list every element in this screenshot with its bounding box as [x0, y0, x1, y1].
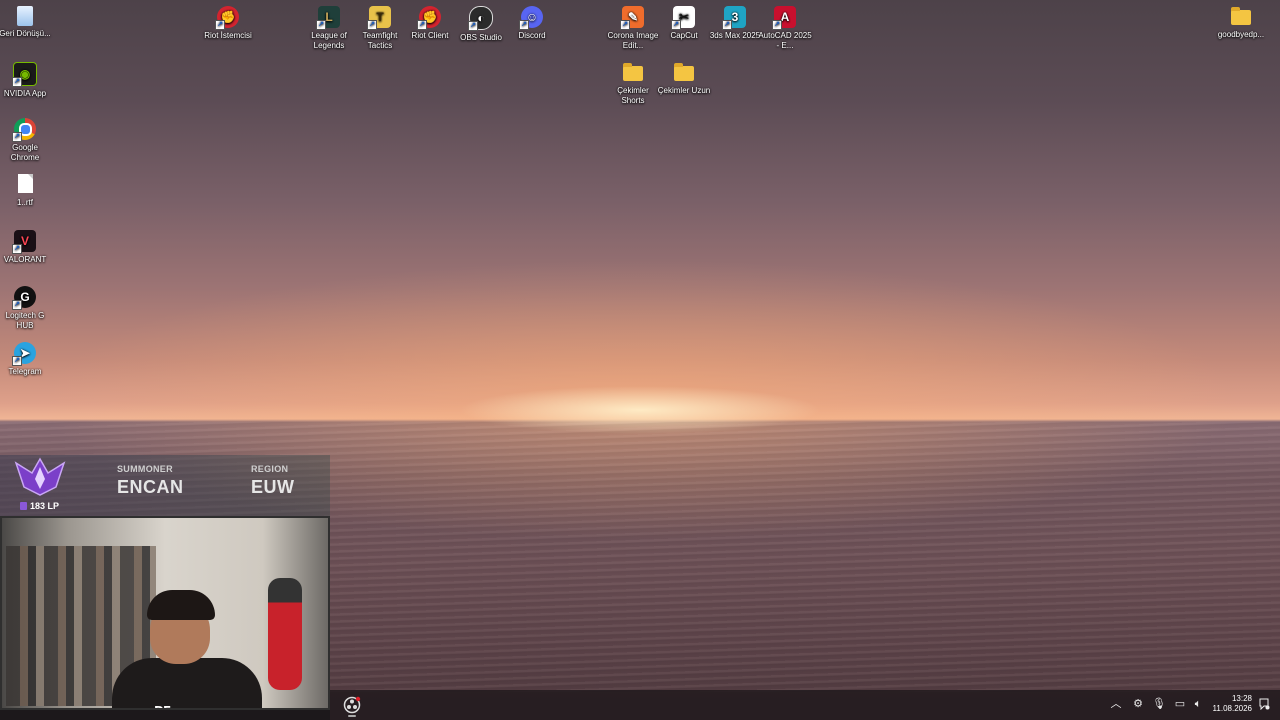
chrome-icon: ↗ [12, 118, 36, 142]
valorant-icon: V ↗ [12, 230, 36, 254]
desktop-icon-label: Çekimler Uzun [657, 86, 711, 95]
chevron-up-icon[interactable]: ︿ [1108, 697, 1124, 711]
microphone-icon[interactable]: 🎙︎ [1151, 697, 1167, 711]
riot-client-icon: ✊ ↗ [417, 6, 441, 30]
webcam-microphone [268, 578, 302, 690]
folder-icon [674, 63, 694, 81]
folder-icon [623, 63, 643, 81]
desktop-icon-3ds-max[interactable]: 3 ↗ 3ds Max 2025 [707, 6, 763, 41]
nvidia-icon: ◉ ↗ [12, 62, 37, 87]
discord-icon: ☺ ↗ [519, 6, 543, 30]
desktop-icon-nvidia-app[interactable]: ◉ ↗ NVIDIA App [0, 62, 53, 99]
desktop-folder-goodbyedpi[interactable]: goodbyedp... [1213, 6, 1269, 40]
desktop-icon-label: Google Chrome [10, 143, 40, 162]
desktop-icon-discord[interactable]: ☺ ↗ Discord [504, 6, 560, 41]
3ds-max-icon: 3 ↗ [722, 6, 746, 30]
lp-value: 183 LP [30, 501, 60, 511]
summoner-label: SUMMONER [117, 464, 173, 474]
desktop-icon-rtf-file[interactable]: 1..rtf [0, 174, 53, 208]
webcam-person-body [112, 658, 262, 708]
logitech-ghub-icon: G ↗ [12, 286, 36, 310]
desktop-icon-obs-studio[interactable]: ◐ ↗ OBS Studio [453, 6, 509, 43]
desktop-folder-cekimler-shorts[interactable]: Çekimler Shorts [605, 62, 661, 106]
telegram-icon: ➤ ↗ [12, 342, 36, 366]
desktop-icon-autocad[interactable]: A ↗ AutoCAD 2025 - E... [757, 6, 813, 51]
clock-time: 13:28 [1231, 694, 1252, 703]
desktop-icon-teamfight-tactics[interactable]: T ↗ Teamfight Tactics [352, 6, 408, 51]
desktop-icon-label: Corona Image Edit... [607, 31, 659, 50]
autocad-icon: A ↗ [772, 6, 796, 30]
teamfight-tactics-icon: T ↗ [367, 6, 391, 30]
desktop-folder-cekimler-uzun[interactable]: Çekimler Uzun [656, 62, 712, 96]
desktop-icon-valorant[interactable]: V ↗ VALORANT [0, 230, 53, 265]
notification-icon[interactable] [1258, 698, 1270, 710]
desktop-icon-label: AutoCAD 2025 - E... [758, 31, 812, 50]
taskbar-left-strip [0, 710, 330, 720]
desktop-icon-label: Logitech G HUB [5, 311, 45, 330]
desktop-icon-label: Geri Dönüşü... [0, 29, 51, 38]
taskbar-running-indicator [348, 715, 356, 717]
desktop-icon-label: Discord [518, 31, 546, 40]
desktop-icon-riot-istemcisi[interactable]: ✊ ↗ Riot İstemcisi [200, 6, 256, 41]
summoner-value: ENCAN [117, 477, 184, 497]
league-of-legends-icon: L ↗ [316, 6, 340, 30]
desktop-icon-label: 1..rtf [16, 198, 33, 207]
lp-badge-icon [20, 502, 27, 510]
desktop-icon-riot-client[interactable]: ✊ ↗ Riot Client [402, 6, 458, 41]
desktop-icon-label: CapCut [670, 31, 698, 40]
desktop-icon-label: Riot Client [411, 31, 449, 40]
speaker-icon[interactable]: 🔈︎ [1190, 697, 1206, 711]
master-rank-emblem-icon [14, 457, 66, 496]
desktop-icon-label: League of Legends [311, 31, 347, 50]
gear-tray-icon[interactable]: ⚙ [1130, 697, 1146, 711]
region-value: EUW [251, 477, 295, 497]
document-icon [17, 174, 33, 193]
folder-icon [1231, 7, 1251, 25]
webcam-overlay: DE [0, 516, 330, 710]
desktop-icon-logitech-ghub[interactable]: G ↗ Logitech G HUB [0, 286, 53, 331]
desktop-icon-label: goodbyedp... [1217, 30, 1265, 39]
taskbar: ︿ ⚙ 🎙︎ ▭ 🔈︎ 13:28 11.08.2026 [330, 690, 1280, 720]
desktop-icon-league-of-legends[interactable]: L ↗ League of Legends [301, 6, 357, 51]
desktop-icon-telegram[interactable]: ➤ ↗ Telegram [0, 342, 53, 377]
desktop-icon-label: VALORANT [3, 255, 47, 264]
clock-date: 11.08.2026 [1212, 704, 1252, 713]
desktop-icon-corona-image-editor[interactable]: ✎ ↗ Corona Image Edit... [605, 6, 661, 51]
desktop-icon-label: NVIDIA App [3, 89, 47, 98]
desktop-icon-label: Teamfight Tactics [362, 31, 398, 50]
network-icon[interactable]: ▭ [1172, 697, 1188, 711]
obs-studio-icon [343, 696, 361, 714]
desktop-icon-capcut[interactable]: ✂ ↗ CapCut [656, 6, 712, 41]
desktop-icon-recycle-bin[interactable]: Geri Dönüşü... [0, 6, 53, 39]
desktop-icon-label: Telegram [8, 367, 42, 376]
desktop-icon-label: Çekimler Shorts [617, 86, 649, 105]
riot-client-icon: ✊ ↗ [215, 6, 239, 30]
capcut-icon: ✂ ↗ [671, 6, 695, 30]
taskbar-clock[interactable]: 13:28 11.08.2026 [1210, 694, 1252, 714]
desktop-icon-label: Riot İstemcisi [204, 31, 252, 40]
recycle-bin-icon [17, 6, 33, 26]
region-label: REGION [251, 464, 289, 474]
rank-overlay-panel: 183 LP SUMMONER ENCAN REGION EUW [0, 455, 330, 517]
corona-image-editor-icon: ✎ ↗ [620, 6, 644, 30]
obs-studio-icon: ◐ ↗ [468, 6, 493, 31]
desktop-icon-google-chrome[interactable]: ↗ Google Chrome [0, 118, 53, 163]
desktop-icon-label: OBS Studio [460, 33, 502, 42]
desktop-icon-label: 3ds Max 2025 [709, 31, 761, 40]
webcam-person-hair [147, 590, 215, 620]
taskbar-app-obs-studio[interactable] [342, 695, 362, 717]
